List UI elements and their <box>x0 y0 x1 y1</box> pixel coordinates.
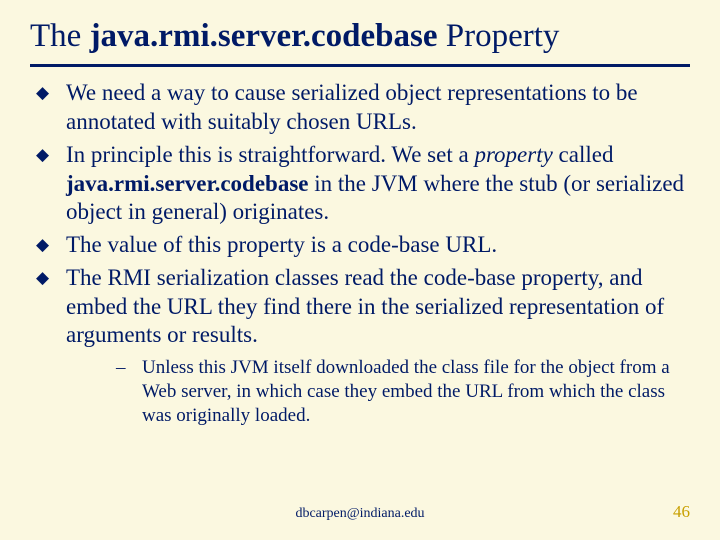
title-post: Property <box>438 18 560 54</box>
sub-text: Unless this JVM itself downloaded the cl… <box>142 357 670 426</box>
bullet-item: We need a way to cause serialized object… <box>30 79 686 137</box>
title-rule <box>30 64 690 67</box>
bullet-list: We need a way to cause serialized object… <box>30 79 690 427</box>
footer-email: dbcarpen@indiana.edu <box>0 506 720 522</box>
bullet-text-part: called <box>553 142 614 167</box>
bullet-item: In principle this is straightforward. We… <box>30 141 686 227</box>
page-number: 46 <box>673 502 690 522</box>
bullet-text-part: In principle this is straightforward. We… <box>66 142 474 167</box>
slide: The java.rmi.server.codebase Property We… <box>0 0 720 540</box>
sub-list: Unless this JVM itself downloaded the cl… <box>66 356 686 427</box>
bullet-text: We need a way to cause serialized object… <box>66 80 638 134</box>
sub-item: Unless this JVM itself downloaded the cl… <box>66 356 686 427</box>
bullet-mono: java.rmi.server.codebase <box>66 171 309 196</box>
bullet-item: The RMI serialization classes read the c… <box>30 264 686 428</box>
title-mono: java.rmi.server.codebase <box>90 18 438 54</box>
title-pre: The <box>30 18 90 54</box>
bullet-text: The RMI serialization classes read the c… <box>66 265 664 348</box>
bullet-text: The value of this property is a code-bas… <box>66 232 497 257</box>
page-title: The java.rmi.server.codebase Property <box>30 18 690 54</box>
bullet-emph: property <box>474 142 552 167</box>
bullet-item: The value of this property is a code-bas… <box>30 231 686 260</box>
